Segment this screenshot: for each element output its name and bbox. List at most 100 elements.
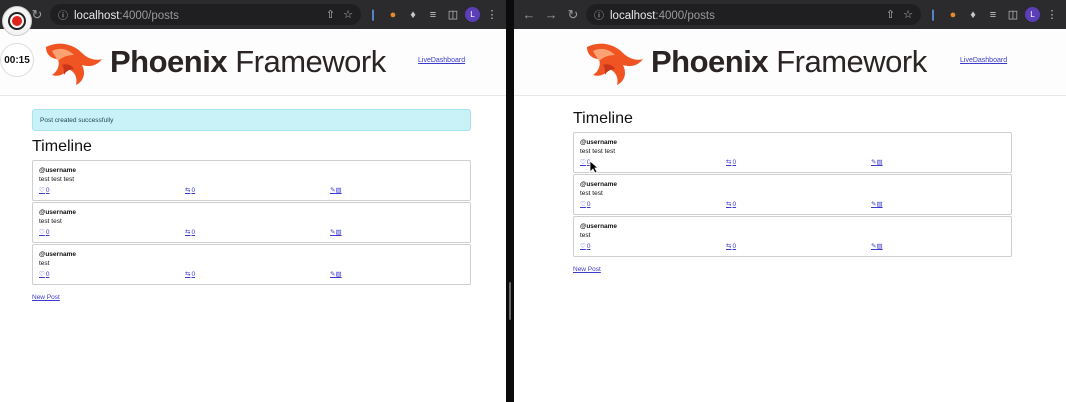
like-button[interactable]: ♡ 0 <box>39 270 185 279</box>
heart-icon: ♡ <box>580 243 586 250</box>
delete-button[interactable]: ▧ <box>335 270 341 278</box>
repost-button[interactable]: ⇆ 0 <box>726 200 871 209</box>
phoenix-logo[interactable]: Phoenix Framework <box>38 37 386 87</box>
back-icon[interactable]: ← <box>520 6 538 24</box>
divider-grip[interactable] <box>509 282 511 320</box>
post-card: @username test test test ♡ 0 ⇆ 0 ✎ ▧ <box>573 132 1012 173</box>
extensions-puzzle-icon[interactable]: ♦ <box>965 7 981 23</box>
window-divider[interactable] <box>506 0 514 402</box>
address-bar[interactable]: ⓘ localhost:4000/posts ⇧ ☆ <box>50 4 361 25</box>
repost-icon: ⇆ <box>726 159 732 166</box>
forward-icon[interactable]: → <box>542 6 560 24</box>
menu-dots-icon[interactable]: ⋮ <box>1044 7 1060 23</box>
repost-icon: ⇆ <box>185 271 191 278</box>
new-post-link[interactable]: New Post <box>32 294 60 301</box>
trash-icon: ▧ <box>876 159 883 166</box>
delete-button[interactable]: ▧ <box>876 242 882 250</box>
app-header: Phoenix Framework LiveDashboard <box>0 29 506 96</box>
logo-light-text: Framework <box>235 44 386 79</box>
repost-button[interactable]: ⇆ 0 <box>185 228 330 237</box>
repost-button[interactable]: ⇆ 0 <box>185 270 330 279</box>
delete-button[interactable]: ▧ <box>876 158 882 166</box>
address-bar[interactable]: ⓘ localhost:4000/posts ⇧ ☆ <box>586 4 921 25</box>
bookmark-star-icon[interactable]: ☆ <box>343 8 353 21</box>
trash-icon: ▧ <box>335 187 342 194</box>
browser-window-right: ← → ↻ ⓘ localhost:4000/posts ⇧ ☆ ❙ ● ♦ ≡… <box>514 0 1066 402</box>
delete-button[interactable]: ▧ <box>876 200 882 208</box>
post-actions: ♡ 0 ⇆ 0 ✎ ▧ <box>39 228 464 237</box>
like-button[interactable]: ♡ 0 <box>580 242 726 251</box>
post-actions: ♡ 0 ⇆ 0 ✎ ▧ <box>39 186 464 195</box>
new-post-link[interactable]: New Post <box>573 266 601 273</box>
site-info-icon[interactable]: ⓘ <box>58 7 68 22</box>
post-body: test test <box>39 218 62 225</box>
trash-icon: ▧ <box>335 271 342 278</box>
trash-icon: ▧ <box>335 229 342 236</box>
logo-light-text: Framework <box>776 44 927 79</box>
bookmark-star-icon[interactable]: ☆ <box>903 8 913 21</box>
livedashboard-link[interactable]: LiveDashboard <box>418 57 465 64</box>
post-username: @username <box>580 181 618 188</box>
heart-icon: ♡ <box>580 201 586 208</box>
side-panel-icon[interactable]: ◫ <box>445 7 461 23</box>
url-host: localhost <box>610 9 656 22</box>
page-title: Timeline <box>573 110 633 127</box>
extension-bars-icon[interactable]: ❙ <box>925 7 941 23</box>
repost-count: 0 <box>191 270 196 278</box>
like-button[interactable]: ♡ 0 <box>39 228 185 237</box>
repost-button[interactable]: ⇆ 0 <box>726 158 871 167</box>
post-actions: ♡ 0 ⇆ 0 ✎ ▧ <box>39 270 464 279</box>
livedashboard-link[interactable]: LiveDashboard <box>960 57 1007 64</box>
post-body: test <box>39 260 50 267</box>
screen: ← ↻ ⓘ localhost:4000/posts ⇧ ☆ ❙ ● ♦ ≡ ◫… <box>0 0 1066 402</box>
record-ring-icon <box>8 12 26 30</box>
delete-button[interactable]: ▧ <box>335 228 341 236</box>
post-card: @username test test test ♡ 0 ⇆ 0 ✎ ▧ <box>32 160 471 201</box>
repost-button[interactable]: ⇆ 0 <box>726 242 871 251</box>
menu-dots-icon[interactable]: ⋮ <box>484 7 500 23</box>
extension-bowl-icon[interactable]: ● <box>945 7 961 23</box>
extension-bars-icon[interactable]: ❙ <box>365 7 381 23</box>
like-button[interactable]: ♡ 0 <box>39 186 185 195</box>
share-icon[interactable]: ⇧ <box>886 8 895 21</box>
post-username: @username <box>580 223 618 230</box>
logo-bold-text: Phoenix <box>110 44 228 79</box>
like-count: 0 <box>45 270 50 278</box>
heart-icon: ♡ <box>39 229 45 236</box>
side-panel-icon[interactable]: ◫ <box>1005 7 1021 23</box>
browser-toolbar: ← → ↻ ⓘ localhost:4000/posts ⇧ ☆ ❙ ● ♦ ≡… <box>514 0 1066 29</box>
reading-list-icon[interactable]: ≡ <box>985 7 1001 23</box>
profile-avatar[interactable]: L <box>1025 7 1040 22</box>
like-count: 0 <box>45 228 50 236</box>
extensions-puzzle-icon[interactable]: ♦ <box>405 7 421 23</box>
post-actions: ♡ 0 ⇆ 0 ✎ ▧ <box>580 242 1005 251</box>
reading-list-icon[interactable]: ≡ <box>425 7 441 23</box>
page-title: Timeline <box>32 138 92 155</box>
reload-icon[interactable]: ↻ <box>564 6 582 24</box>
like-button[interactable]: ♡ 0 <box>580 200 726 209</box>
post-body: test test test <box>580 148 616 155</box>
like-button[interactable]: ♡ 0 <box>580 158 726 167</box>
mouse-cursor-icon <box>589 160 599 174</box>
url-path: :4000/posts <box>655 9 715 22</box>
share-icon[interactable]: ⇧ <box>326 8 335 21</box>
url-host: localhost <box>74 9 120 22</box>
logo-wordmark: Phoenix Framework <box>651 44 927 80</box>
profile-avatar[interactable]: L <box>465 7 480 22</box>
post-body: test <box>580 232 591 239</box>
logo-wordmark: Phoenix Framework <box>110 44 386 80</box>
site-info-icon[interactable]: ⓘ <box>594 7 604 22</box>
logo-bold-text: Phoenix <box>651 44 769 79</box>
delete-button[interactable]: ▧ <box>335 186 341 194</box>
extension-bowl-icon[interactable]: ● <box>385 7 401 23</box>
post-card: @username test test ♡ 0 ⇆ 0 ✎ ▧ <box>32 202 471 243</box>
phoenix-logo[interactable]: Phoenix Framework <box>579 37 927 87</box>
like-count: 0 <box>586 242 591 250</box>
post-body: test test <box>580 190 603 197</box>
repost-button[interactable]: ⇆ 0 <box>185 186 330 195</box>
record-button[interactable] <box>2 6 32 36</box>
trash-icon: ▧ <box>876 243 883 250</box>
repost-count: 0 <box>191 186 196 194</box>
repost-icon: ⇆ <box>185 187 191 194</box>
flash-info[interactable]: Post created successfully <box>32 109 471 131</box>
